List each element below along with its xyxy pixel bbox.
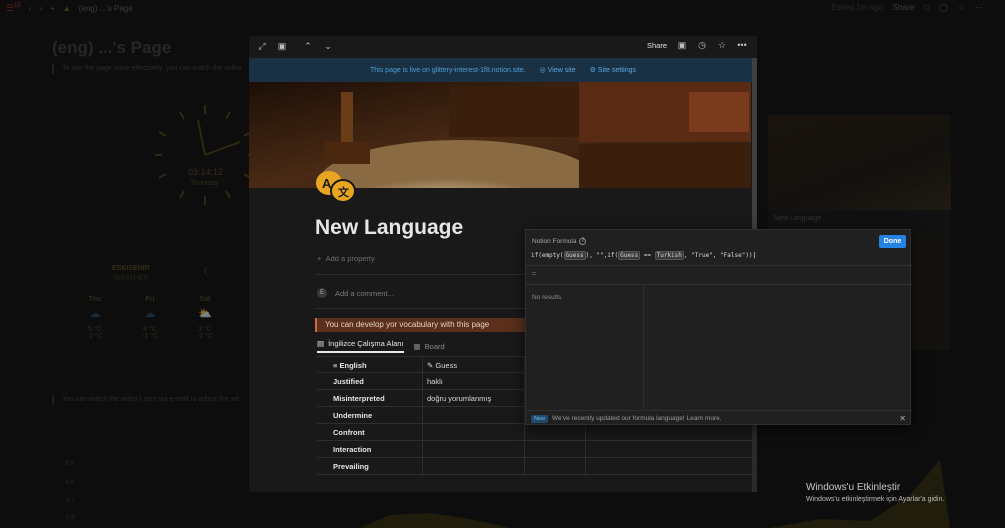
cell-english[interactable]: Justified [333,377,364,386]
modal-toolbar: ⤢ ▣ ⌃ ⌄ Share ▣ ◷ ☆ ••• [249,36,757,58]
learn-more-link[interactable]: We've recently updated our formula langu… [552,415,722,422]
add-property-label: Add a property [325,254,375,263]
modal-share-button[interactable]: Share [647,41,667,50]
next-chevron-down-icon[interactable]: ⌄ [323,41,333,51]
board-icon: ▦ [413,341,421,351]
column-divider [422,424,423,441]
table-row[interactable]: Prevailing [317,458,757,475]
site-live-text: This page is live on glittery-interest-1… [370,66,526,74]
column-divider [524,458,525,475]
column-divider [422,458,423,475]
close-icon[interactable]: ✕ [899,414,906,423]
column-divider [422,441,423,458]
cell-guess[interactable]: haklı [427,377,443,386]
formula-title-label: Notion Formula [532,238,577,245]
table-row[interactable]: Confront [317,424,757,441]
tab-label: İngilizce Çalışma Alanı [328,339,404,348]
database-view-tabs: ▤ İngilizce Çalışma Alanı ▦ Board [317,339,445,353]
cell-english[interactable]: Confront [333,428,365,437]
callout-block[interactable]: You can develop yor vocabulary with this… [315,318,527,332]
more-dots-icon[interactable]: ••• [737,40,747,50]
activation-subtitle: Windows'u etkinleştirmek için Ayarlar'a … [806,496,945,503]
column-divider [524,441,525,458]
add-comment-placeholder: Add a comment... [335,288,394,298]
help-circle-icon[interactable]: ? [579,238,587,245]
code-token: if(empty( [531,252,564,259]
cell-english[interactable]: Misinterpreted [333,394,385,403]
windows-activation-watermark: Windows'u Etkinleştir Windows'u etkinleş… [806,482,944,503]
view-site-link[interactable]: ◎ View site [540,66,576,74]
column-divider [422,373,423,390]
cell-guess[interactable]: doğru yorumlanmış [427,394,491,403]
favorite-star-icon[interactable]: ☆ [717,40,727,50]
comment-icon[interactable]: ▣ [677,40,687,50]
add-property-button[interactable]: + Add a property [317,254,375,263]
table-icon: ▤ [317,339,325,348]
column-header-guess[interactable]: ✎ Guess [427,361,457,370]
list-icon: ≡ [333,361,338,370]
site-settings-label: Site settings [597,67,636,74]
site-settings-link[interactable]: ⚙ Site settings [590,66,636,74]
svg-text:文: 文 [338,185,350,199]
property-token-turkish[interactable]: Turkish [654,251,684,260]
column-header-label: English [339,361,367,370]
cell-english[interactable]: Prevailing [333,462,369,471]
translate-page-icon[interactable]: A 文 [315,169,357,205]
history-clock-icon[interactable]: ◷ [697,40,707,50]
done-button[interactable]: Done [879,235,906,248]
column-divider [422,390,423,407]
page-title[interactable]: New Language [315,216,463,240]
user-avatar: E [317,288,327,298]
no-results-text: No results [532,294,562,301]
edit-icon: ✎ [427,361,434,370]
property-token-guess[interactable]: Guess [618,251,641,260]
table-row[interactable]: Interaction [317,441,757,458]
site-live-banner: This page is live on glittery-interest-1… [249,58,757,82]
previous-chevron-up-icon[interactable]: ⌃ [303,41,313,51]
plus-icon: + [317,254,322,263]
cell-english[interactable]: Interaction [333,445,371,454]
activation-title: Windows'u Etkinleştir [806,482,901,493]
formula-code-input[interactable]: if(empty(Guess), "",if(Guess == Turkish,… [531,251,756,260]
column-header-label: Guess [435,361,458,370]
property-token-guess[interactable]: Guess [563,251,586,260]
column-divider [422,407,423,424]
cell-english[interactable]: Undermine [333,411,372,420]
tab-label: Board [424,341,445,351]
column-divider [524,424,525,441]
result-equals-sign: = [532,271,537,278]
suggestions-panel [526,285,644,409]
column-header-english[interactable]: ≡ English [333,361,367,370]
column-divider [585,458,586,475]
text-cursor: | [752,252,757,259]
formula-title: Notion Formula ? [532,238,587,245]
code-token: ), "",if( [585,252,619,259]
formula-update-notice: New We've recently updated our formula l… [526,410,912,426]
formula-editor-popup: Notion Formula ? Done if(empty(Guess), "… [525,229,912,426]
new-badge: New [531,414,549,423]
code-token: == [640,252,655,259]
view-site-label: View site [547,67,576,74]
expand-icon[interactable]: ⤢ [257,41,267,51]
peek-mode-icon[interactable]: ▣ [277,41,287,51]
add-comment-field[interactable]: E Add a comment... [317,288,394,298]
tab-ingilizce-calisma-alani[interactable]: ▤ İngilizce Çalışma Alanı [317,339,404,353]
divider [526,265,912,266]
tab-board[interactable]: ▦ Board [414,339,445,353]
column-divider [585,441,586,458]
column-divider [585,424,586,441]
code-token: , "True", "False")) [683,252,753,259]
column-divider [422,357,423,374]
